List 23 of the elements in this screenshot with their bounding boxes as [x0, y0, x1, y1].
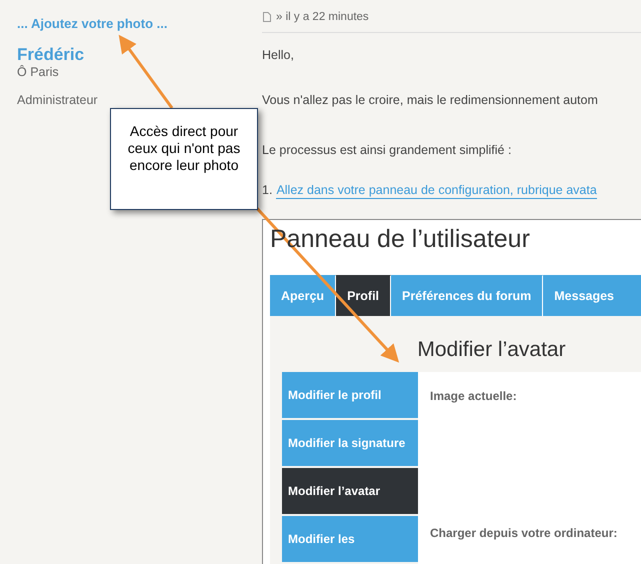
panel-tab[interactable]: Profil: [336, 275, 392, 316]
menu-item[interactable]: Modifier la signature: [282, 420, 418, 466]
menu-item[interactable]: Modifier l’avatar: [282, 468, 418, 514]
config-link[interactable]: Allez dans votre panneau de configuration, rubrique avata: [276, 182, 597, 199]
post-paragraph: Vous n'allez pas le croire, mais le redimensionnement autom: [262, 92, 599, 108]
panel-tab[interactable]: Aperçu: [270, 275, 336, 316]
user-location: Ô Paris: [17, 65, 60, 79]
section-heading: Modifier l’avatar: [416, 338, 567, 362]
post-paragraph: Le processus est ainsi grandement simplifié :: [262, 142, 512, 158]
panel-tab[interactable]: Préférences du forum: [391, 275, 544, 316]
user-name: Frédéric: [17, 45, 86, 65]
user-rank: Administrateur: [17, 93, 99, 107]
field-label: Image actuelle:: [430, 389, 518, 403]
callout-note: Accès direct pour ceux qui n'ont pas encore leur photo: [110, 108, 258, 210]
document-icon: [263, 12, 271, 22]
add-photo-link[interactable]: ... Ajoutez votre photo ...: [17, 16, 262, 31]
panel-tab[interactable]: Messages: [543, 275, 641, 316]
menu-item[interactable]: Modifier le profil: [282, 372, 418, 418]
list-number: 1.: [262, 182, 272, 199]
post-time: » il y a 22 minutes: [276, 11, 369, 23]
post-paragraph: Hello,: [262, 47, 295, 63]
field-label: Charger depuis votre ordinateur:: [430, 526, 618, 540]
menu-item[interactable]: Modifier les: [282, 516, 418, 562]
